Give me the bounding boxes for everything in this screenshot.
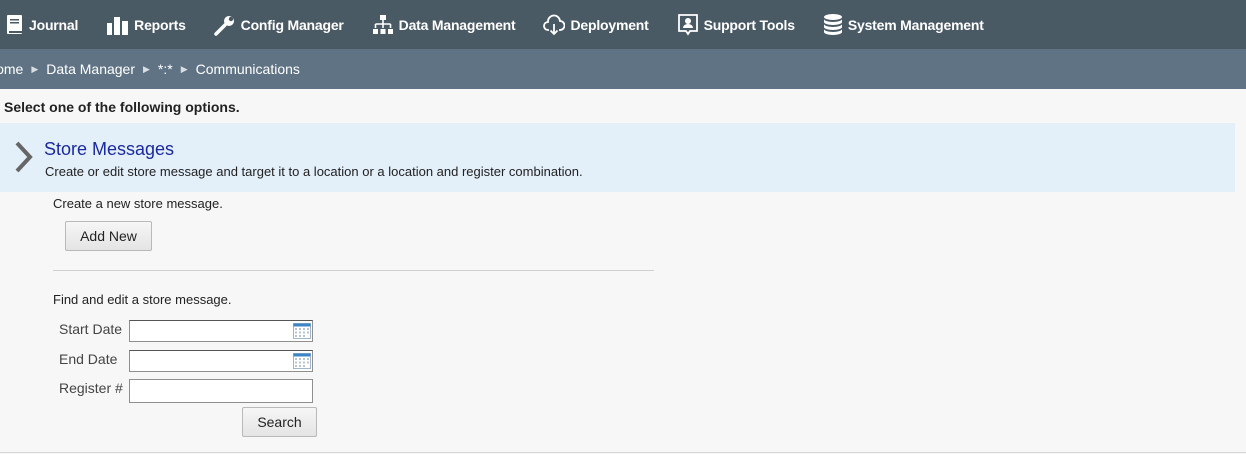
nav-system-management-label: System Management: [847, 16, 984, 33]
store-messages-section[interactable]: Store Messages Create or edit store mess…: [0, 123, 1235, 192]
nav-config-manager[interactable]: Config Manager: [213, 14, 344, 36]
breadcrumb: lome ▶ Data Manager ▶ *:* ▶ Communicatio…: [0, 49, 1246, 89]
nav-system-management[interactable]: System Management: [823, 13, 984, 37]
book-icon: [6, 14, 24, 36]
register-label: Register #: [59, 380, 123, 396]
bottom-divider: [0, 452, 1246, 453]
instruction-text: Select one of the following options.: [4, 99, 240, 115]
breadcrumb-arrow-icon: ▶: [180, 63, 188, 74]
breadcrumb-communications: Communications: [195, 61, 300, 77]
calendar-icon[interactable]: [293, 323, 311, 344]
nav-support-tools[interactable]: Support Tools: [677, 13, 795, 37]
section-description: Create or edit store message and target …: [45, 164, 583, 179]
wrench-icon: [213, 14, 236, 36]
end-date-label: End Date: [59, 351, 118, 367]
breadcrumb-arrow-icon: ▶: [31, 63, 39, 74]
nav-journal-label: Journal: [29, 16, 79, 33]
hierarchy-icon: [372, 14, 394, 36]
create-message-text: Create a new store message.: [53, 196, 223, 211]
breadcrumb-wildcard[interactable]: *:*: [158, 61, 173, 77]
end-date-input[interactable]: [130, 351, 290, 371]
nav-data-management[interactable]: Data Management: [372, 14, 516, 36]
top-navigation: Journal Reports Config Manager Data Mana…: [0, 0, 1246, 49]
nav-reports-label: Reports: [134, 16, 186, 33]
calendar-icon[interactable]: [293, 353, 311, 374]
nav-data-management-label: Data Management: [398, 16, 516, 33]
nav-config-manager-label: Config Manager: [240, 16, 344, 33]
nav-deployment-label: Deployment: [570, 16, 649, 33]
start-date-label: Start Date: [59, 321, 123, 337]
nav-reports[interactable]: Reports: [106, 14, 186, 36]
chevron-right-icon[interactable]: [13, 140, 35, 179]
nav-journal[interactable]: Journal: [6, 14, 78, 36]
start-date-field[interactable]: [129, 320, 313, 342]
breadcrumb-data-manager[interactable]: Data Manager: [46, 61, 135, 77]
bar-chart-icon: [106, 14, 129, 36]
breadcrumb-home[interactable]: lome: [0, 61, 23, 77]
database-icon: [823, 13, 843, 37]
add-new-button[interactable]: Add New: [65, 221, 152, 251]
start-date-input[interactable]: [130, 321, 290, 341]
nav-deployment[interactable]: Deployment: [543, 14, 649, 36]
breadcrumb-arrow-icon: ▶: [143, 63, 150, 74]
support-person-icon: [677, 13, 699, 37]
search-button[interactable]: Search: [242, 407, 317, 437]
nav-support-tools-label: Support Tools: [703, 16, 795, 33]
end-date-field[interactable]: [129, 350, 313, 372]
register-input[interactable]: [129, 379, 313, 403]
section-title[interactable]: Store Messages: [44, 139, 174, 160]
cloud-download-icon: [543, 14, 566, 36]
find-message-text: Find and edit a store message.: [53, 292, 232, 307]
divider: [53, 270, 654, 271]
